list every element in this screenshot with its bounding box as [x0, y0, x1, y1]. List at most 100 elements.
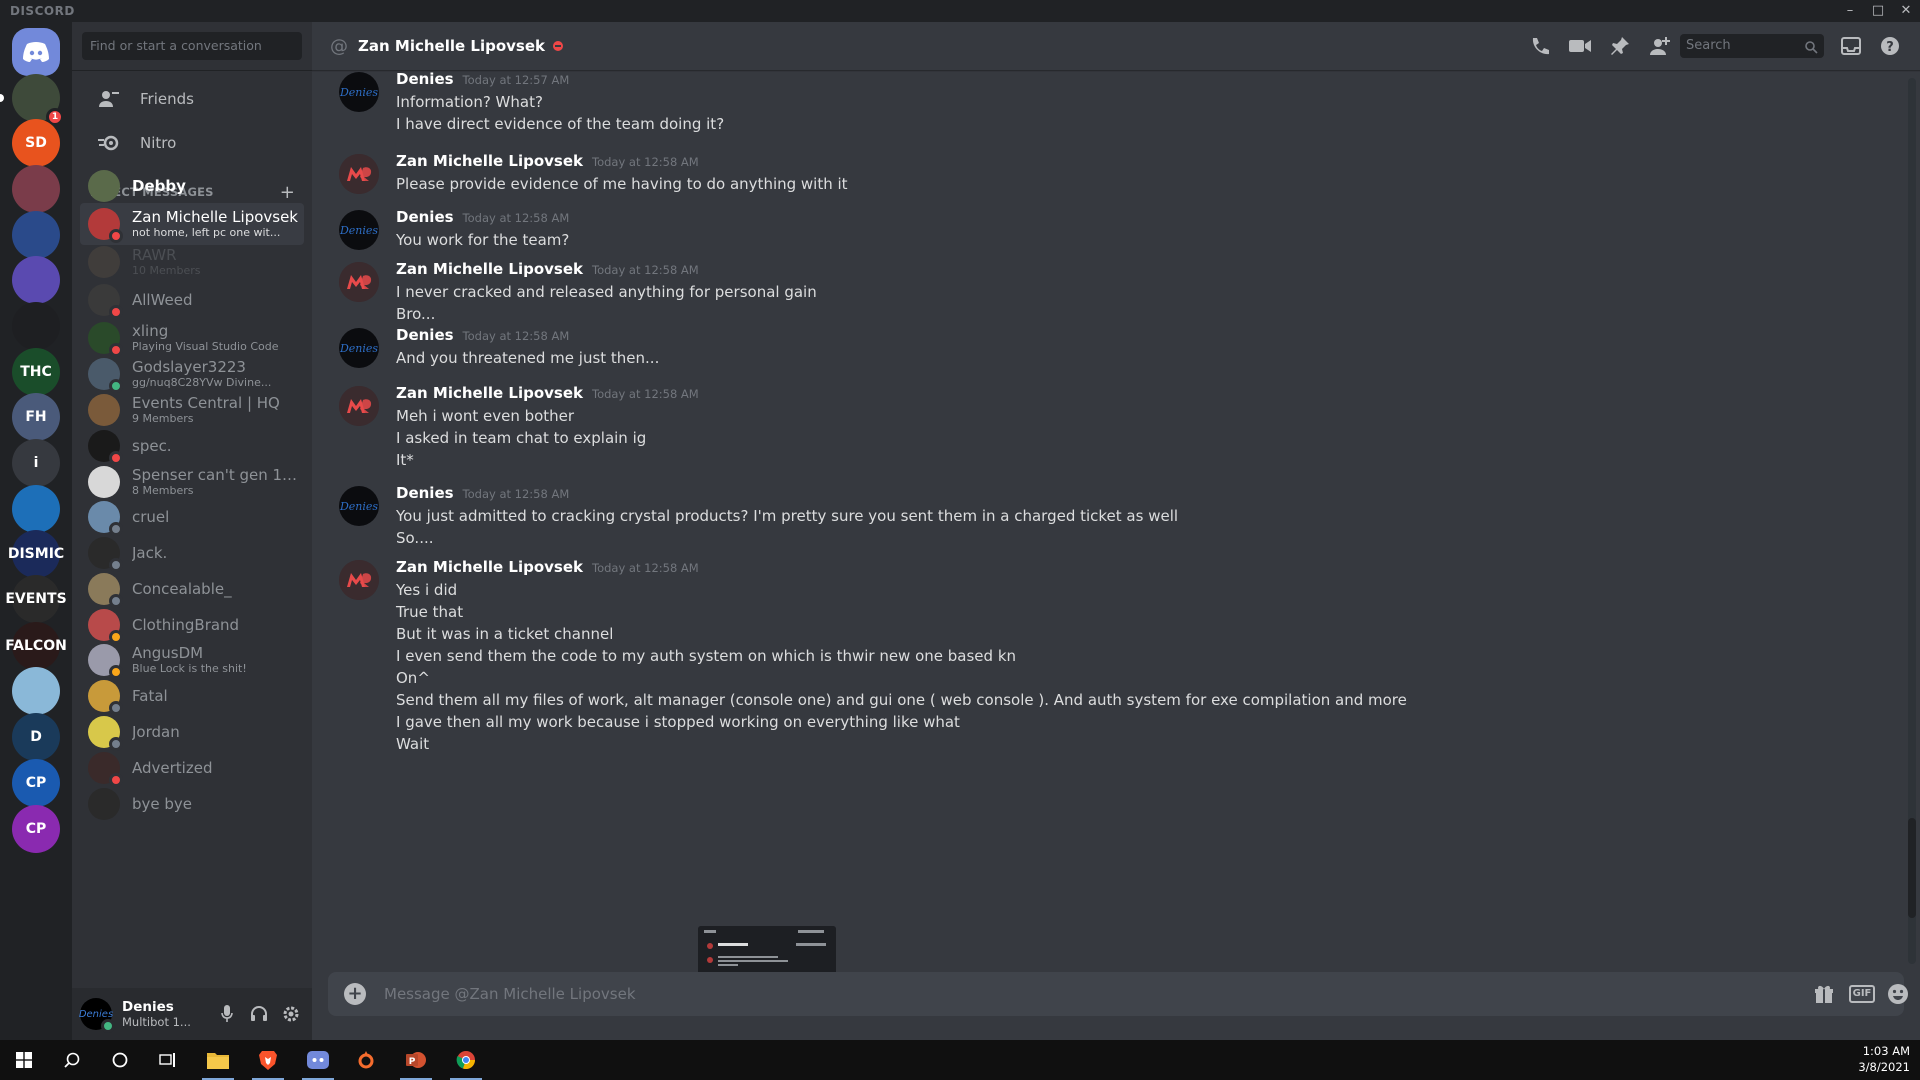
dm-sidebar: Find or start a conversation Friends Nit… [72, 22, 312, 1040]
start-voice-call-icon[interactable] [1528, 34, 1552, 58]
message-avatar[interactable] [339, 386, 379, 426]
guild-server-10[interactable] [12, 485, 60, 533]
dm-item[interactable]: Debby [80, 165, 304, 207]
message-header: Denies Today at 12:57 AM [396, 70, 569, 88]
dm-subtext: not home, left pc one wit... [132, 226, 281, 239]
guild-server-cp2[interactable]: CP [12, 805, 60, 853]
scrollbar-thumb[interactable] [1908, 818, 1916, 918]
guild-server-sd[interactable]: SD [12, 119, 60, 167]
message-scrollbar[interactable] [1908, 78, 1916, 964]
upload-plus-icon[interactable]: + [344, 983, 366, 1005]
origin-icon[interactable] [342, 1040, 390, 1080]
dm-item[interactable]: AllWeed [80, 279, 304, 321]
guild-server-6[interactable] [12, 302, 60, 350]
guild-server-3[interactable] [12, 165, 60, 213]
chrome-icon[interactable] [442, 1040, 490, 1080]
gif-button[interactable]: GIF [1848, 982, 1876, 1006]
windows-start-icon[interactable] [0, 1040, 48, 1080]
message-author[interactable]: Zan Michelle Lipovsek [396, 260, 583, 278]
message-avatar[interactable]: Denies [339, 72, 379, 112]
cortana-icon[interactable] [96, 1040, 144, 1080]
guild-server-i[interactable]: i [12, 439, 60, 487]
search-input[interactable]: Search [1680, 34, 1824, 58]
message-author[interactable]: Zan Michelle Lipovsek [396, 152, 583, 170]
user-avatar-text: Denies [78, 1008, 114, 1020]
message-author[interactable]: Zan Michelle Lipovsek [396, 384, 583, 402]
friends-icon [88, 90, 130, 108]
pinned-messages-icon[interactable] [1608, 34, 1632, 58]
guild-server-d[interactable]: D [12, 713, 60, 761]
message-author[interactable]: Zan Michelle Lipovsek [396, 558, 583, 576]
maximize-button[interactable]: □ [1864, 0, 1892, 22]
guild-server-4[interactable] [12, 211, 60, 259]
message-avatar[interactable] [339, 262, 379, 302]
find-conversation-input[interactable]: Find or start a conversation [82, 32, 302, 60]
guild-server-factions[interactable]: FH [12, 393, 60, 441]
message-avatar[interactable]: Denies [339, 486, 379, 526]
image-attachment[interactable] [698, 926, 836, 972]
gift-icon[interactable] [1812, 982, 1836, 1006]
dm-name: cruel [132, 508, 170, 526]
dm-name: AllWeed [132, 291, 193, 309]
guild-server-14[interactable] [12, 667, 60, 715]
message-author[interactable]: Denies [396, 208, 454, 226]
message-header: Zan Michelle Lipovsek Today at 12:58 AM [396, 260, 699, 278]
message-text: But it was in a ticket channel [396, 625, 614, 643]
discord-taskbar-icon[interactable] [294, 1040, 342, 1080]
emoji-icon[interactable] [1886, 982, 1910, 1006]
message-timestamp: Today at 12:58 AM [462, 211, 570, 225]
microphone-icon[interactable] [216, 1003, 238, 1025]
inbox-icon[interactable] [1839, 34, 1863, 58]
add-friends-to-dm-icon[interactable] [1648, 34, 1672, 58]
gif-label: GIF [1848, 985, 1876, 1003]
message-timestamp: Today at 12:58 AM [462, 329, 570, 343]
powerpoint-icon[interactable]: P [392, 1040, 440, 1080]
minimize-button[interactable]: – [1836, 0, 1864, 22]
dm-item[interactable]: Zan Michelle Lipovsek not home, left pc o… [80, 203, 304, 245]
nitro-nav-item[interactable]: Nitro [80, 122, 304, 164]
guild-server-events[interactable]: EVENTS [5, 575, 67, 623]
dm-name: RAWR [132, 246, 177, 264]
guild-server-falcon[interactable]: FALCON [5, 622, 67, 670]
chat-area: @ Zan Michelle Lipovsek Search ? Denies … [312, 22, 1920, 1040]
nitro-label: Nitro [140, 134, 177, 152]
guild-label: i [33, 455, 39, 471]
dm-name: AngusDM [132, 644, 204, 662]
system-clock[interactable]: 1:03 AM 3/8/2021 [1858, 1043, 1910, 1075]
message-avatar[interactable]: Denies [339, 210, 379, 250]
guild-home[interactable] [12, 28, 60, 76]
message-avatar[interactable] [339, 560, 379, 600]
headphones-icon[interactable] [248, 1003, 270, 1025]
windows-taskbar: P 1:03 AM 3/8/2021 [0, 1040, 1920, 1080]
user-avatar[interactable]: Denies [78, 998, 115, 1033]
settings-gear-icon[interactable] [280, 1003, 302, 1025]
brave-browser-icon[interactable] [244, 1040, 292, 1080]
guild-server-cp1[interactable]: CP [12, 759, 60, 807]
chat-title[interactable]: Zan Michelle Lipovsek [358, 37, 545, 55]
message-author[interactable]: Denies [396, 326, 454, 344]
message-composer[interactable]: + Message @Zan Michelle Lipovsek GIF [328, 972, 1908, 1016]
dm-item[interactable]: RAWR 10 Members [80, 241, 304, 283]
dm-text: Debby [132, 177, 300, 195]
file-explorer-icon[interactable] [194, 1040, 242, 1080]
guild-server-dismic[interactable]: DISMIC [8, 530, 64, 578]
message-avatar[interactable] [339, 154, 379, 194]
user-info[interactable]: Denies Multibot 1... [122, 999, 191, 1029]
unread-pill [0, 94, 4, 102]
message-header: Denies Today at 12:58 AM [396, 208, 569, 226]
friends-nav-item[interactable]: Friends [80, 78, 304, 120]
guild-server-5[interactable] [12, 256, 60, 304]
start-video-call-icon[interactable] [1568, 34, 1592, 58]
message-avatar[interactable]: Denies [339, 328, 379, 368]
message-input[interactable]: Message @Zan Michelle Lipovsek [384, 985, 636, 1003]
guild-server-1[interactable]: 1 [0, 74, 64, 126]
message-text: True that [396, 603, 464, 621]
close-window-button[interactable]: ✕ [1892, 0, 1920, 22]
message-author[interactable]: Denies [396, 70, 454, 88]
guild-server-thc[interactable]: THC [12, 348, 60, 396]
help-icon[interactable]: ? [1878, 34, 1902, 58]
task-view-icon[interactable] [144, 1040, 192, 1080]
dm-item[interactable]: bye bye [80, 783, 304, 825]
taskbar-search-icon[interactable] [48, 1040, 96, 1080]
message-author[interactable]: Denies [396, 484, 454, 502]
